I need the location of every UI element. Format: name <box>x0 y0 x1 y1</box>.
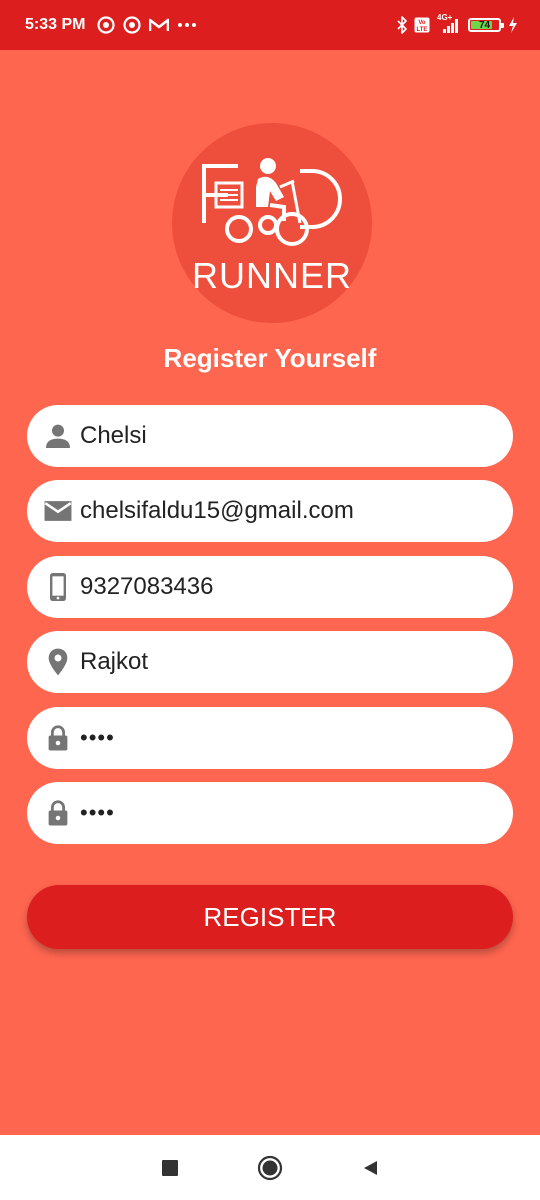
password-field[interactable]: •••• <box>27 707 513 769</box>
home-icon <box>257 1155 283 1180</box>
recents-button[interactable] <box>150 1148 190 1188</box>
food-runner-logo: RUNNER <box>172 123 372 323</box>
phone-icon <box>41 570 75 604</box>
email-value: chelsifaldu15@gmail.com <box>80 497 354 524</box>
name-field[interactable]: Chelsi <box>27 405 513 467</box>
svg-text:Vo: Vo <box>418 20 426 26</box>
email-field[interactable]: chelsifaldu15@gmail.com <box>27 480 513 542</box>
battery-icon: 74 <box>468 18 504 32</box>
gmail-icon <box>149 18 170 32</box>
home-button[interactable] <box>250 1148 290 1188</box>
lock-icon <box>41 796 75 830</box>
lock-icon <box>41 721 75 755</box>
city-value: Rajkot <box>80 648 149 675</box>
phone-field[interactable]: 9327083436 <box>27 556 513 618</box>
notification-app-icon <box>97 16 116 34</box>
register-button[interactable]: REGISTER <box>27 885 513 949</box>
navigation-bar <box>0 1135 540 1200</box>
charging-icon <box>508 17 518 33</box>
notification-app-icon <box>123 16 142 34</box>
status-bar: 5:33 PM Vo LTE 4G+ 74 <box>0 0 540 50</box>
password-value: •••• <box>80 725 115 750</box>
status-time: 5:33 PM <box>25 16 86 33</box>
signal-icon: 4G+ <box>437 13 461 34</box>
logo-brand-word: RUNNER <box>191 255 352 296</box>
back-icon <box>364 1160 377 1175</box>
page-title: Register Yourself <box>163 343 377 373</box>
email-icon <box>41 494 75 528</box>
volte-icon: Vo LTE <box>414 17 430 33</box>
confirm-password-value: •••• <box>80 800 115 825</box>
svg-text:LTE: LTE <box>417 27 428 33</box>
confirm-password-field[interactable]: •••• <box>27 782 513 844</box>
location-icon <box>41 645 75 679</box>
name-value: Chelsi <box>80 422 147 449</box>
recents-icon <box>162 1159 178 1176</box>
back-button[interactable] <box>350 1148 390 1188</box>
person-icon <box>41 419 75 453</box>
network-type: 4G+ <box>437 13 453 22</box>
phone-value: 9327083436 <box>80 573 214 600</box>
more-notifications-icon <box>177 22 197 28</box>
city-field[interactable]: Rajkot <box>27 631 513 693</box>
bluetooth-icon <box>397 16 407 34</box>
battery-level: 74 <box>478 19 491 31</box>
